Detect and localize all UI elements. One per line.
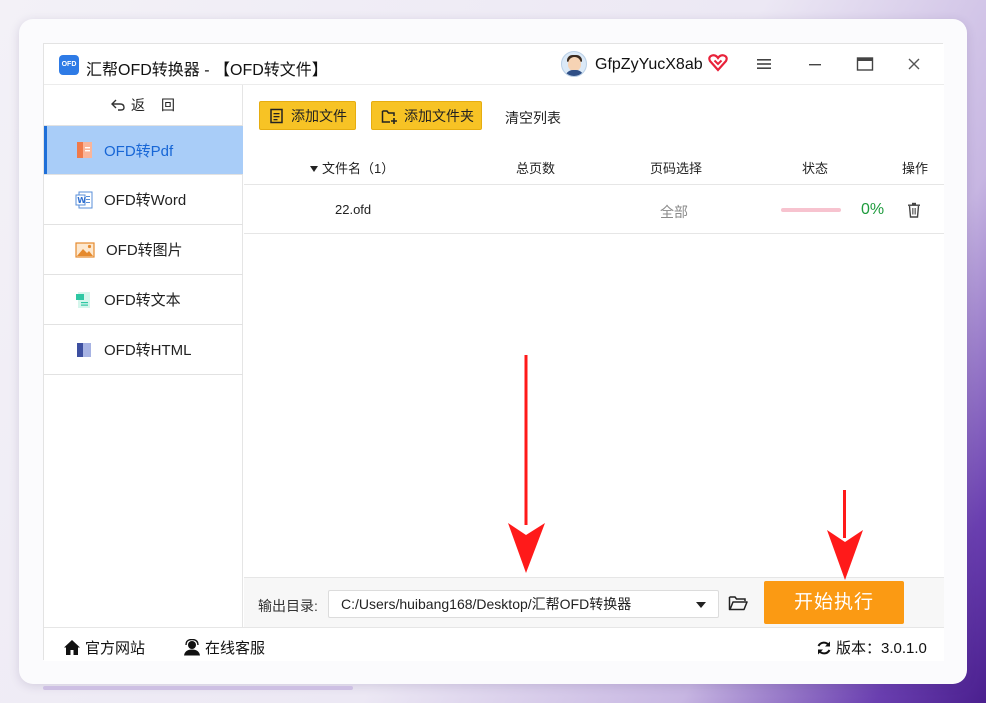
sidebar-item-ofd-to-image[interactable]: OFD转图片	[44, 225, 243, 275]
user-avatar[interactable]	[561, 51, 587, 77]
sidebar-item-label: OFD转图片	[106, 242, 183, 259]
add-folder-button[interactable]: 添加文件夹	[371, 101, 482, 130]
output-directory-select[interactable]: C:/Users/huibang168/Desktop/汇帮OFD转换器	[328, 590, 719, 618]
sidebar-item-ofd-to-word[interactable]: W OFD转Word	[44, 175, 243, 225]
app-logo-icon: OFD	[59, 55, 79, 75]
column-header-page-select: 页码选择	[650, 161, 703, 176]
add-file-button[interactable]: 添加文件	[259, 101, 356, 130]
column-header-total-pages: 总页数	[516, 161, 556, 176]
open-folder-icon[interactable]	[728, 595, 748, 611]
text-icon	[76, 291, 90, 308]
add-folder-label: 添加文件夹	[404, 107, 474, 124]
clear-list-button[interactable]: 清空列表	[505, 108, 561, 128]
table-row[interactable]: 22.ofd 全部 0%	[244, 184, 944, 234]
progress-percent: 0%	[861, 201, 885, 218]
decorative-underline	[43, 686, 353, 690]
sidebar: 返 回 OFD转Pdf W OFD转Word OFD转图片 OFD转文本 OFD…	[44, 85, 243, 627]
output-path: C:/Users/huibang168/Desktop/汇帮OFD转换器	[341, 596, 632, 612]
output-bar: 输出目录: C:/Users/huibang168/Desktop/汇帮OFD转…	[244, 577, 944, 627]
nav-list: OFD转Pdf W OFD转Word OFD转图片 OFD转文本 OFD转HTM…	[44, 125, 243, 375]
official-website-link[interactable]: 官方网站	[63, 637, 145, 658]
svg-text:W: W	[77, 196, 86, 205]
back-button[interactable]: 返 回	[44, 85, 243, 125]
status-bar: 官方网站 在线客服 版本：3.0.1.0	[44, 627, 944, 661]
vip-heart-icon[interactable]	[708, 54, 728, 72]
word-icon: W	[75, 191, 93, 208]
version-label: 版本：3.0.1.0	[836, 640, 927, 657]
cell-filename: 22.ofd	[335, 202, 372, 217]
sidebar-item-ofd-to-text[interactable]: OFD转文本	[44, 275, 243, 325]
online-support-label: 在线客服	[205, 640, 266, 657]
sidebar-item-ofd-to-html[interactable]: OFD转HTML	[44, 325, 243, 375]
image-icon	[75, 241, 95, 258]
sidebar-item-label: OFD转HTML	[104, 342, 192, 359]
home-icon	[64, 640, 80, 655]
close-icon[interactable]	[906, 56, 922, 72]
add-folder-icon	[381, 109, 397, 124]
hamburger-menu-icon[interactable]	[756, 56, 772, 72]
annotation-arrow-left	[508, 355, 545, 573]
back-arrow-icon	[111, 99, 125, 111]
back-label: 返 回	[131, 97, 176, 113]
customer-service-icon	[184, 639, 200, 656]
sidebar-item-label: OFD转Pdf	[104, 142, 174, 160]
minimize-icon[interactable]	[807, 56, 823, 72]
username[interactable]: GfpZyYucX8ab	[595, 56, 703, 74]
refresh-icon	[817, 641, 831, 654]
table-header: 文件名（1） 总页数 页码选择 状态 操作	[244, 150, 944, 184]
column-header-filename[interactable]: 文件名（1）	[310, 158, 394, 177]
maximize-icon[interactable]	[856, 56, 874, 72]
chevron-down-icon	[696, 602, 706, 608]
add-file-label: 添加文件	[291, 107, 347, 124]
official-website-label: 官方网站	[85, 640, 146, 657]
add-file-icon	[270, 108, 283, 123]
column-header-status: 状态	[802, 161, 829, 176]
online-support-link[interactable]: 在线客服	[183, 637, 265, 658]
start-button[interactable]: 开始执行	[764, 581, 904, 624]
version-info[interactable]: 版本：3.0.1.0	[816, 637, 927, 658]
html-icon	[77, 342, 91, 357]
progress-bar	[781, 208, 841, 212]
sidebar-item-label: OFD转文本	[104, 292, 181, 309]
pdf-icon	[77, 142, 92, 158]
delete-trash-icon[interactable]	[907, 202, 921, 218]
column-header-action: 操作	[902, 161, 929, 176]
column-header-filename-label: 文件名（1）	[322, 161, 395, 176]
sidebar-item-ofd-to-pdf[interactable]: OFD转Pdf	[44, 125, 243, 175]
annotation-arrow-right	[827, 490, 863, 580]
output-directory-label: 输出目录:	[258, 598, 318, 614]
sort-caret-icon	[310, 166, 318, 172]
app-window: OFD 汇帮OFD转换器 - 【OFD转文件】 GfpZyYucX8ab 返 回…	[43, 43, 944, 661]
title-bar: OFD 汇帮OFD转换器 - 【OFD转文件】 GfpZyYucX8ab	[44, 44, 944, 85]
cell-page-select[interactable]: 全部	[660, 202, 688, 222]
sidebar-item-label: OFD转Word	[104, 192, 187, 209]
window-title: 汇帮OFD转换器 - 【OFD转文件】	[86, 62, 328, 79]
